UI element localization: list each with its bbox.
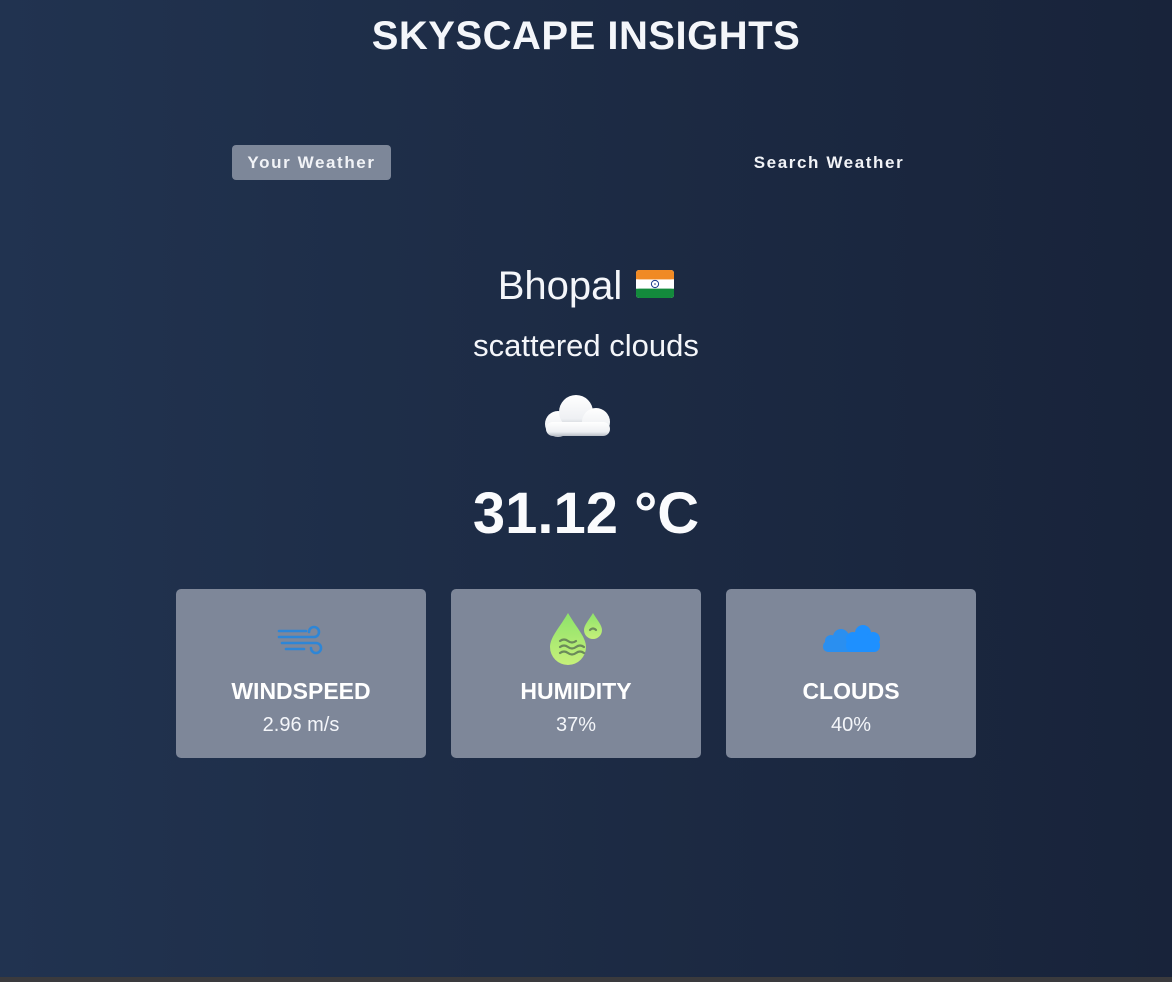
humidity-value: 37% (555, 714, 597, 736)
window-bottom-border (0, 977, 1172, 982)
clouds-icon (823, 625, 880, 652)
windspeed-value: 2.96 m/s (262, 714, 340, 736)
clouds-title: CLOUDS (802, 678, 900, 704)
city-row: Bhopal (0, 258, 1172, 314)
windspeed-title: WINDSPEED (231, 678, 371, 704)
cloud-icon (545, 395, 610, 437)
tab-search-weather[interactable]: Search Weather (744, 145, 914, 180)
india-flag-icon (636, 270, 675, 298)
temperature: 31.12 °C (472, 481, 700, 546)
app-title: SKYSCAPE INSIGHTS (371, 14, 801, 58)
clouds-card: CLOUDS 40% (726, 589, 976, 758)
humidity-title: HUMIDITY (520, 678, 632, 704)
humidity-icon (550, 613, 602, 665)
tab-your-weather[interactable]: Your Weather (232, 145, 391, 180)
city-name: Bhopal (497, 263, 623, 308)
wind-icon (277, 625, 323, 655)
weather-description: scattered clouds (473, 328, 699, 363)
windspeed-card: WINDSPEED 2.96 m/s (176, 589, 426, 758)
clouds-value: 40% (830, 714, 872, 736)
humidity-card: HUMIDITY 37% (451, 589, 701, 758)
